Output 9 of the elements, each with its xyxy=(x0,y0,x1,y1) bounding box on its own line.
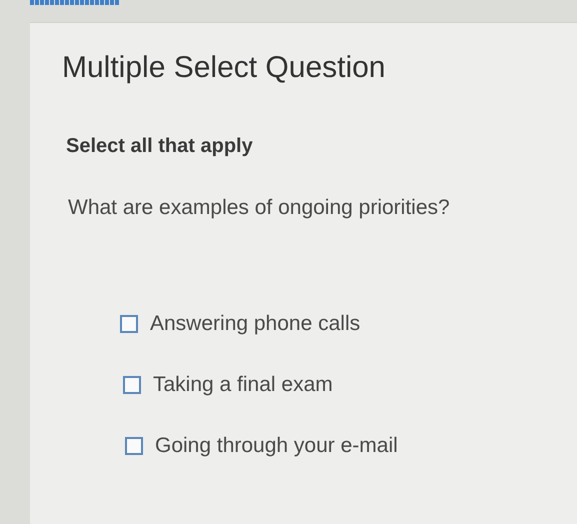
checkbox[interactable] xyxy=(120,315,138,333)
option-label[interactable]: Answering phone calls xyxy=(150,312,360,336)
checkbox[interactable] xyxy=(125,437,143,455)
option-label[interactable]: Taking a final exam xyxy=(153,373,333,397)
option-label[interactable]: Going through your e-mail xyxy=(155,434,398,458)
question-heading: Multiple Select Question xyxy=(62,51,386,85)
checkbox[interactable] xyxy=(123,376,141,394)
question-text: What are examples of ongoing priorities? xyxy=(68,196,451,220)
instruction-text: Select all that apply xyxy=(66,135,254,158)
